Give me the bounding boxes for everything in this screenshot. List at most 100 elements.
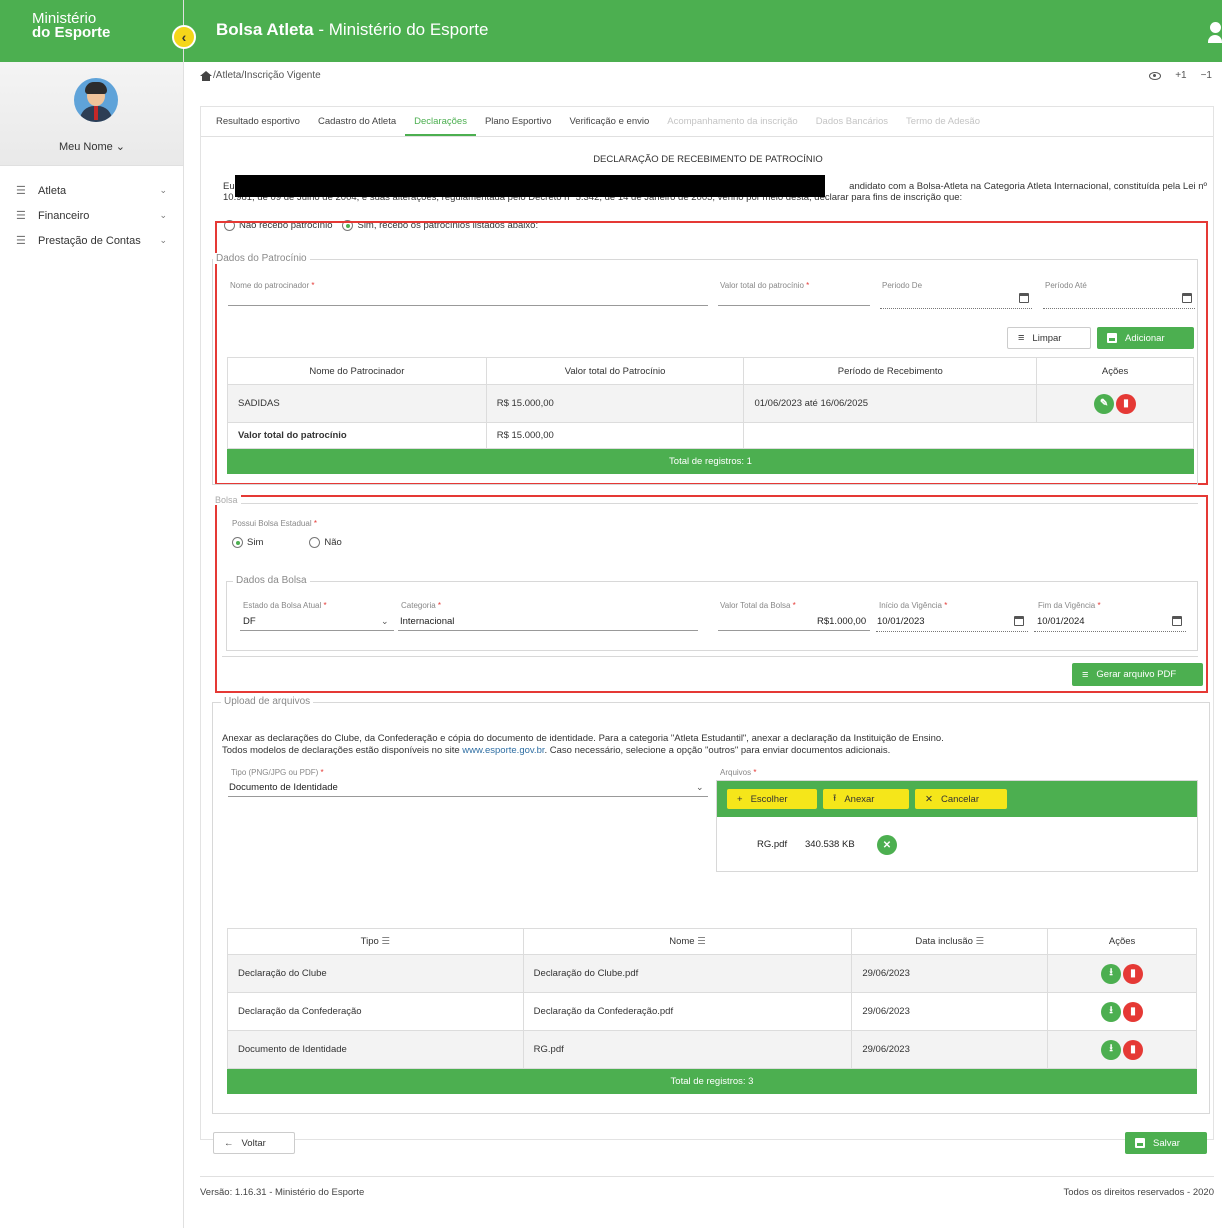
sidebar-item-label: Prestação de Contas (38, 234, 141, 247)
start-date-input[interactable] (876, 631, 1028, 632)
column-header-tipo[interactable]: Tipo ☰ (227, 928, 524, 955)
sponsor-name-input[interactable] (228, 305, 708, 306)
column-header-label: Tipo (360, 936, 379, 947)
close-icon: ✕ (882, 839, 892, 851)
end-date-input[interactable] (1034, 631, 1186, 632)
end-label: Fim da Vigência * (1038, 601, 1101, 610)
state-select-value[interactable]: DF (243, 616, 256, 627)
save-button[interactable]: Salvar (1125, 1132, 1207, 1154)
brand-logo: Ministério do Esporte (0, 0, 183, 62)
sort-icon: ☰ (975, 936, 985, 947)
calendar-icon[interactable] (1014, 616, 1024, 626)
generate-pdf-button[interactable]: ≡ Gerar arquivo PDF (1072, 663, 1203, 686)
bolsa-value-input[interactable] (718, 630, 870, 631)
plus-icon: + (737, 793, 743, 805)
calendar-icon[interactable] (1172, 616, 1182, 626)
actions-cell: ⭳ ▮ (1047, 1030, 1197, 1069)
column-header-data[interactable]: Data inclusão ☰ (851, 928, 1049, 955)
clear-button[interactable]: ≡ Limpar (1007, 327, 1091, 349)
download-button[interactable]: ⭳ (1101, 1039, 1122, 1060)
eye-icon[interactable] (1149, 71, 1162, 80)
file-type-value[interactable]: Documento de Identidade (229, 782, 338, 793)
radio-label: Sim (247, 537, 264, 548)
file-name: RG.pdf (757, 839, 788, 850)
sidebar-item-prestacao-de-contas[interactable]: ☰ Prestação de Contas ⌄ (0, 228, 183, 253)
file-upload-panel: + Escolher ⭱ Anexar ✕ Cancelar RG.pdf 340.5… (716, 780, 1198, 872)
download-button[interactable]: ⭳ (1101, 1001, 1122, 1022)
start-date-value[interactable]: 10/01/2023 (877, 616, 925, 627)
tab-resultado-esportivo[interactable]: Resultado esportivo (207, 107, 309, 136)
category-value[interactable]: Internacional (400, 616, 454, 627)
zoom-out-button[interactable]: −1 (1201, 70, 1212, 81)
home-icon[interactable] (200, 70, 212, 81)
column-header: Ações (1036, 357, 1194, 385)
period-from-input[interactable] (880, 308, 1032, 309)
actions-cell: ⭳ ▮ (1047, 992, 1197, 1031)
chevron-down-icon: ⌄ (159, 185, 167, 195)
user-icon[interactable] (1208, 22, 1222, 44)
add-button[interactable]: Adicionar (1097, 327, 1194, 349)
sponsor-name-label: Nome do patrocinador * (230, 281, 315, 290)
sponsor-table: Nome do Patrocinador Valor total do Patr… (227, 357, 1194, 474)
redaction-bar (235, 175, 825, 197)
trash-icon: ▮ (1123, 398, 1129, 409)
upload-info-line2: Todos modelos de declarações estão dispo… (222, 745, 944, 757)
column-header: Período de Recebimento (743, 357, 1038, 385)
table-row: Declaração do Clube Declaração do Clube.… (227, 954, 1197, 993)
download-button[interactable]: ⭳ (1101, 963, 1122, 984)
radio-sim[interactable]: Sim (232, 537, 263, 548)
cancel-button[interactable]: ✕ Cancelar (915, 789, 1007, 809)
menu-lines-icon: ☰ (16, 235, 26, 247)
end-date-value[interactable]: 10/01/2024 (1037, 616, 1085, 627)
file-type-select[interactable] (228, 796, 708, 797)
app-title: Bolsa Atleta - Ministério do Esporte (216, 20, 488, 40)
esporte-link[interactable]: www.esporte.gov.br (462, 745, 544, 756)
sidebar-item-label: Financeiro (38, 209, 90, 222)
remove-file-button[interactable]: ✕ (877, 835, 897, 855)
bolsa-value[interactable]: R$1.000,00 (817, 616, 866, 627)
chevron-down-icon[interactable]: ⌄ (696, 782, 704, 793)
calendar-icon[interactable] (1182, 293, 1192, 303)
period-to-input[interactable] (1043, 308, 1195, 309)
zoom-in-button[interactable]: +1 (1175, 70, 1186, 81)
tab-declaracoes[interactable]: Declarações (405, 107, 476, 136)
sidebar-item-financeiro[interactable]: ☰ Financeiro ⌄ (0, 203, 183, 228)
sponsorship-legend: Dados do Patrocínio (213, 253, 310, 264)
category-input[interactable] (398, 630, 698, 631)
bolsa-radio-group: Sim Não (232, 537, 342, 548)
choose-button[interactable]: + Escolher (727, 789, 817, 809)
sort-icon: ☰ (381, 936, 390, 947)
doc-name-cell: RG.pdf (522, 1030, 853, 1069)
upload-info-line1: Anexar as declarações do Clube, da Confe… (222, 733, 944, 744)
tab-verificacao-e-envio[interactable]: Verificação e envio (561, 107, 659, 136)
tab-cadastro-do-atleta[interactable]: Cadastro do Atleta (309, 107, 405, 136)
column-header-nome[interactable]: Nome ☰ (522, 928, 853, 955)
calendar-icon[interactable] (1019, 293, 1029, 303)
sidebar-item-atleta[interactable]: ☰ Atleta ⌄ (0, 178, 183, 203)
brand-line-2: do Esporte (32, 24, 111, 41)
upload-info-text: . Caso necessário, selecione a opção "ou… (544, 745, 891, 756)
sponsor-name-cell: SADIDAS (227, 384, 487, 423)
files-label: Arquivos * (720, 768, 757, 777)
tab-acompanhamento-da-inscricao: Acompanhamento da inscrição (667, 116, 798, 127)
state-select[interactable] (240, 630, 394, 631)
sponsor-value-input[interactable] (718, 305, 870, 306)
delete-button[interactable]: ▮ (1116, 393, 1137, 414)
records-count-row: Total de registros: 3 (227, 1068, 1197, 1094)
arrow-left-icon: ← (224, 1137, 234, 1149)
edit-button[interactable]: ✎ (1094, 393, 1115, 414)
tab-plano-esportivo[interactable]: Plano Esportivo (476, 107, 561, 136)
lines-icon: ≡ (1018, 332, 1025, 344)
delete-button[interactable]: ▮ (1123, 963, 1144, 984)
rights-text: Todos os direitos reservados - 2020 (1063, 1187, 1215, 1198)
sidebar-collapse-button[interactable]: ‹ (172, 25, 196, 49)
attach-button[interactable]: ⭱ Anexar (823, 789, 909, 809)
back-button[interactable]: ← Voltar (213, 1132, 295, 1154)
sidebar-nav: ☰ Atleta ⌄ ☰ Financeiro ⌄ ☰ Prestação de… (0, 166, 183, 253)
sponsor-value-cell: R$ 15.000,00 (485, 384, 745, 423)
chevron-down-icon[interactable]: ⌄ (381, 616, 389, 627)
delete-button[interactable]: ▮ (1123, 1039, 1144, 1060)
radio-nao[interactable]: Não (309, 537, 342, 548)
profile-menu-button[interactable]: Meu Nome ⌄ (0, 140, 184, 153)
delete-button[interactable]: ▮ (1123, 1001, 1144, 1022)
